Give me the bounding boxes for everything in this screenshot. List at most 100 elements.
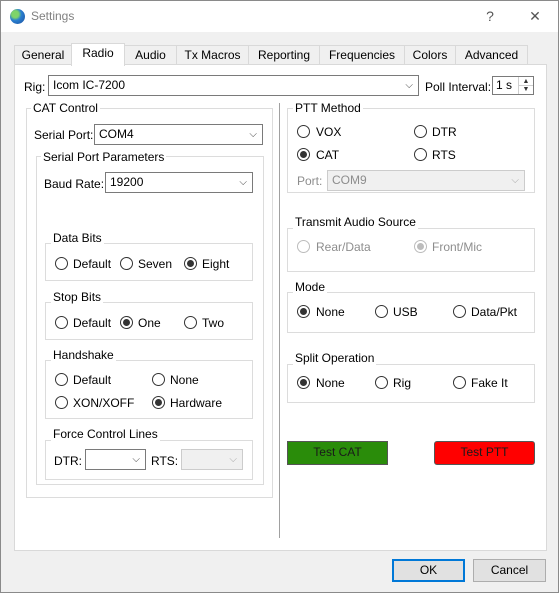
mode-none-label: None: [316, 305, 345, 319]
baud-rate-select[interactable]: 19200 ⌵: [105, 172, 253, 193]
handshake-default-label: Default: [73, 373, 112, 387]
chevron-down-icon: ⌵: [239, 177, 247, 188]
handshake-title: Handshake: [51, 348, 116, 362]
split-fake-it-radio[interactable]: [453, 376, 466, 389]
ptt-port-label: Port:: [297, 174, 323, 188]
data-bits-seven-radio[interactable]: [120, 257, 133, 270]
poll-interval-value: 1 s: [496, 78, 513, 92]
close-icon: ✕: [529, 8, 541, 24]
stop-bits-default-radio[interactable]: [55, 316, 68, 329]
dtr-label: DTR:: [54, 454, 82, 468]
mode-usb-radio[interactable]: [375, 305, 388, 318]
test-cat-button[interactable]: Test CAT: [287, 441, 388, 465]
baud-rate-value: 19200: [110, 175, 144, 189]
mode-title: Mode: [293, 280, 328, 294]
tab-audio[interactable]: Audio: [124, 45, 177, 65]
radio-tab-panel: Rig: Icom IC-7200 ⌵ Poll Interval: 1 s ▲…: [14, 64, 547, 551]
handshake-xonxoff-radio[interactable]: [55, 396, 68, 409]
serial-port-parameters-title: Serial Port Parameters: [41, 150, 167, 164]
ptt-dtr-label: DTR: [432, 125, 457, 139]
handshake-none-radio[interactable]: [152, 373, 165, 386]
tab-frequencies[interactable]: Frequencies: [319, 45, 405, 65]
split-rig-radio[interactable]: [375, 376, 388, 389]
split-none-label: None: [316, 376, 345, 390]
help-button[interactable]: ?: [467, 1, 513, 32]
stop-bits-two-radio[interactable]: [184, 316, 197, 329]
rts-label: RTS:: [151, 454, 179, 468]
rts-select[interactable]: ⌵: [181, 449, 243, 470]
close-button[interactable]: ✕: [512, 1, 558, 32]
handshake-hardware-label: Hardware: [170, 396, 223, 410]
rear-data-radio[interactable]: [297, 240, 310, 253]
spin-down-icon[interactable]: ▼: [518, 85, 533, 94]
data-bits-eight-radio[interactable]: [184, 257, 197, 270]
data-bits-title: Data Bits: [51, 231, 104, 245]
handshake-hardware-radio[interactable]: [152, 396, 165, 409]
ptt-dtr-radio[interactable]: [414, 125, 427, 138]
mode-usb-label: USB: [393, 305, 418, 319]
chevron-down-icon: ⌵: [511, 175, 519, 186]
tab-colors[interactable]: Colors: [404, 45, 456, 65]
handshake-default-radio[interactable]: [55, 373, 68, 386]
stop-bits-two-label: Two: [202, 316, 225, 330]
data-bits-default-label: Default: [73, 257, 112, 271]
split-none-radio[interactable]: [297, 376, 310, 389]
ptt-vox-label: VOX: [316, 125, 342, 139]
test-ptt-button[interactable]: Test PTT: [434, 441, 535, 465]
rig-select[interactable]: Icom IC-7200 ⌵: [48, 75, 419, 96]
ptt-cat-label: CAT: [316, 148, 340, 162]
ptt-vox-radio[interactable]: [297, 125, 310, 138]
serial-port-value: COM4: [99, 127, 134, 141]
tab-advanced[interactable]: Advanced: [455, 45, 528, 65]
chevron-down-icon: ⌵: [249, 129, 257, 140]
title-bar: Settings ? ✕: [1, 1, 558, 32]
ptt-port-value: COM9: [332, 173, 367, 187]
settings-window: Settings ? ✕ General Radio Audio Tx Macr…: [0, 0, 559, 593]
data-bits-seven-label: Seven: [138, 257, 173, 271]
poll-interval-label: Poll Interval:: [425, 80, 492, 94]
ptt-cat-radio[interactable]: [297, 148, 310, 161]
dtr-select[interactable]: ⌵: [85, 449, 146, 470]
ok-button[interactable]: OK: [392, 559, 465, 582]
globe-icon: [10, 9, 25, 24]
tab-tx-macros[interactable]: Tx Macros: [176, 45, 249, 65]
mode-none-radio[interactable]: [297, 305, 310, 318]
split-operation-title: Split Operation: [293, 351, 377, 365]
data-bits-eight-label: Eight: [202, 257, 230, 271]
tab-reporting[interactable]: Reporting: [248, 45, 320, 65]
rig-value: Icom IC-7200: [53, 78, 126, 92]
chevron-down-icon: ⌵: [132, 454, 140, 465]
tab-general[interactable]: General: [14, 45, 72, 65]
handshake-none-label: None: [170, 373, 199, 387]
front-mic-radio[interactable]: [414, 240, 427, 253]
cat-control-title: CAT Control: [31, 101, 100, 115]
baud-rate-label: Baud Rate:: [44, 177, 105, 191]
stop-bits-default-label: Default: [73, 316, 112, 330]
mode-data-pkt-label: Data/Pkt: [471, 305, 518, 319]
cancel-button[interactable]: Cancel: [473, 559, 546, 582]
ptt-method-title: PTT Method: [293, 101, 363, 115]
stop-bits-one-radio[interactable]: [120, 316, 133, 329]
rig-label: Rig:: [24, 80, 46, 94]
force-control-lines-title: Force Control Lines: [51, 427, 160, 441]
mode-data-pkt-radio[interactable]: [453, 305, 466, 318]
stop-bits-one-label: One: [138, 316, 161, 330]
window-title: Settings: [31, 9, 75, 23]
rear-data-label: Rear/Data: [316, 240, 371, 254]
data-bits-default-radio[interactable]: [55, 257, 68, 270]
poll-interval-spinbox[interactable]: 1 s ▲ ▼: [492, 76, 534, 95]
front-mic-label: Front/Mic: [432, 240, 483, 254]
handshake-group: [45, 360, 253, 419]
stop-bits-title: Stop Bits: [51, 290, 104, 304]
transmit-audio-source-title: Transmit Audio Source: [293, 215, 418, 229]
ptt-rts-label: RTS: [432, 148, 456, 162]
handshake-xonxoff-label: XON/XOFF: [73, 396, 135, 410]
ptt-port-select[interactable]: COM9 ⌵: [327, 170, 525, 191]
serial-port-label: Serial Port:: [34, 128, 94, 142]
chevron-down-icon: ⌵: [405, 80, 413, 91]
chevron-down-icon: ⌵: [229, 454, 237, 465]
ptt-rts-radio[interactable]: [414, 148, 427, 161]
tab-radio[interactable]: Radio: [71, 43, 125, 66]
serial-port-select[interactable]: COM4 ⌵: [94, 124, 263, 145]
vertical-divider: [279, 103, 280, 538]
